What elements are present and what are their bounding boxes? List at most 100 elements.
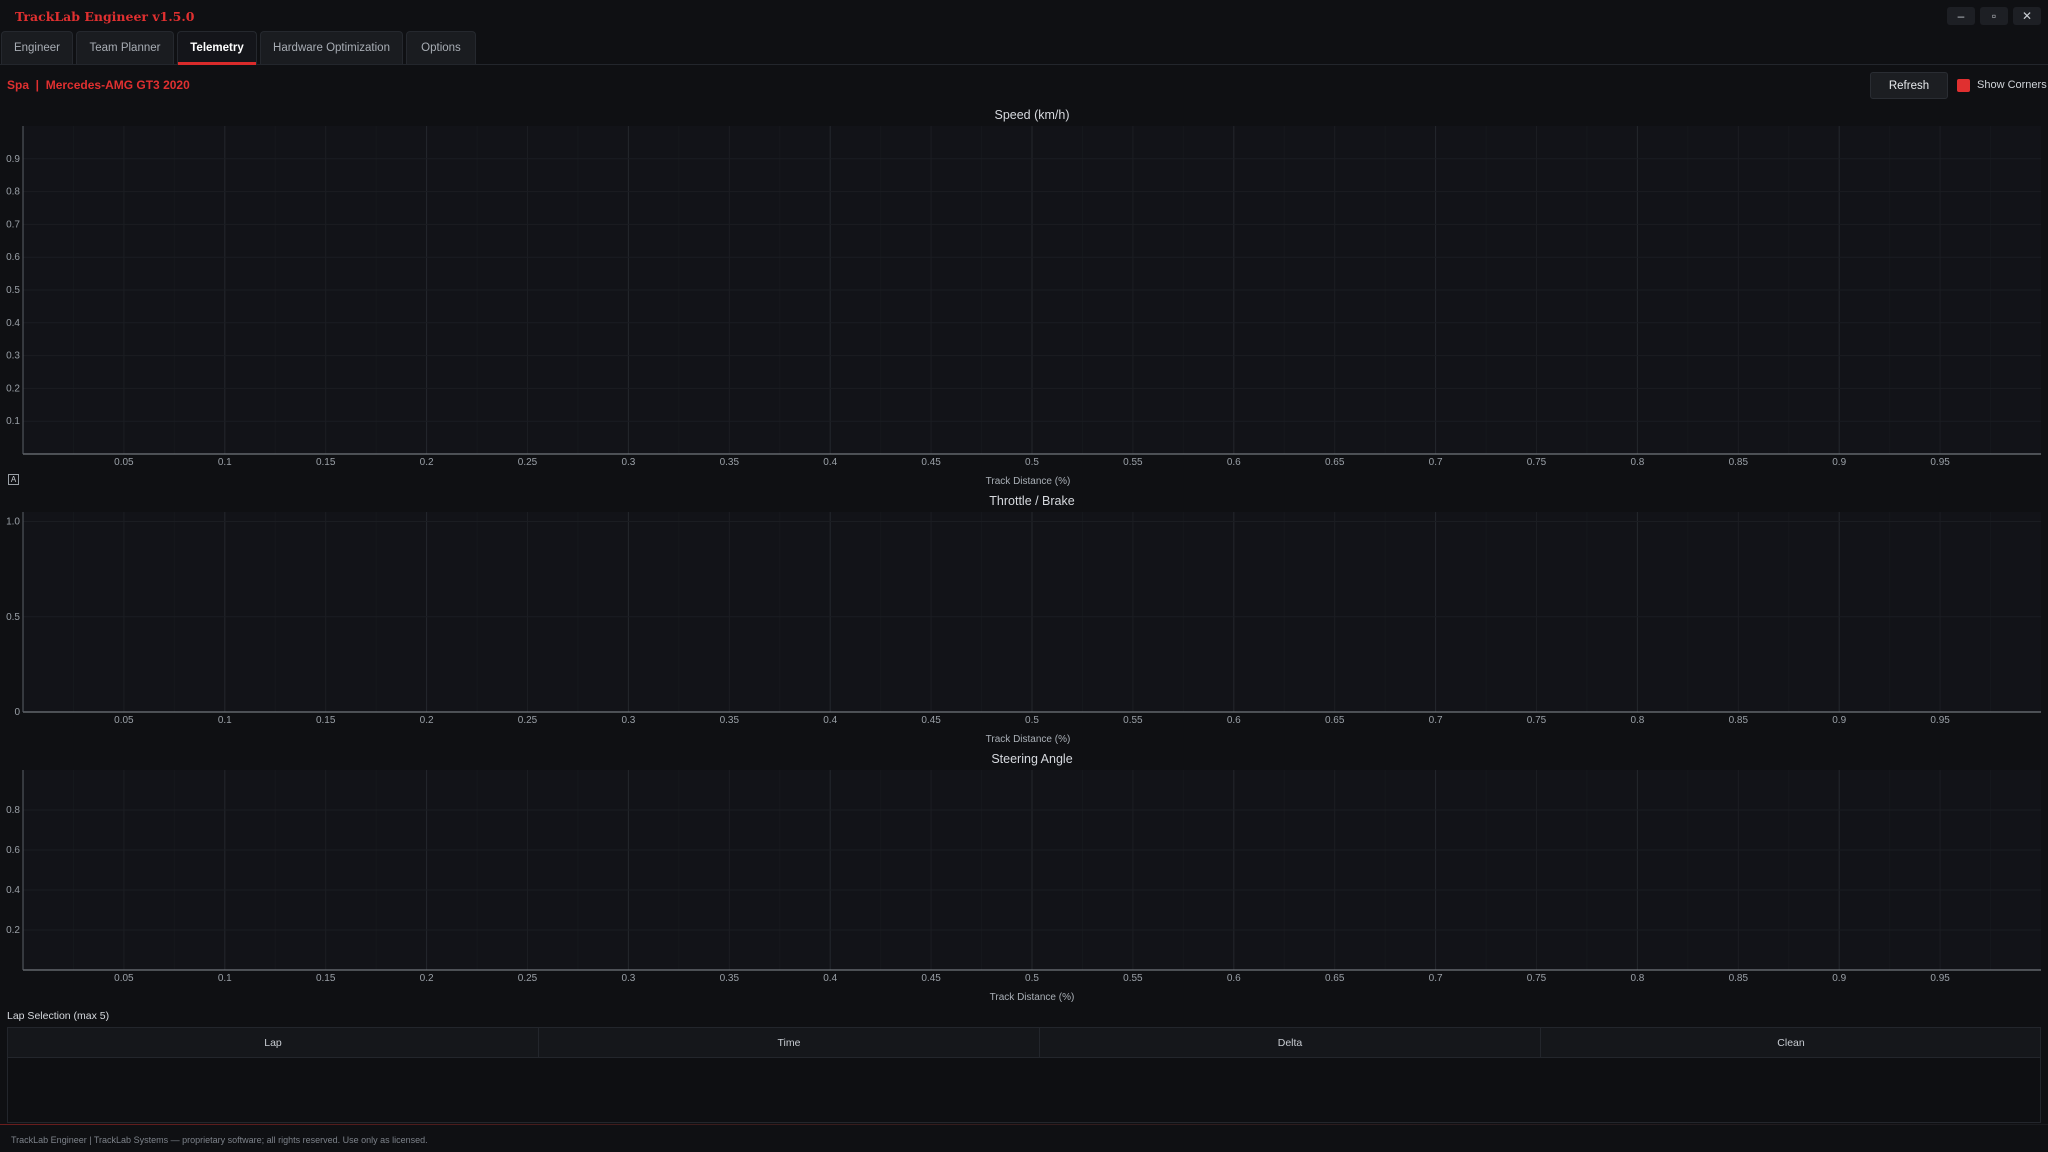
- title-bar: TrackLab Engineer v1.5.0 – ▫ ✕: [0, 0, 2048, 32]
- tab-hardware-optimization[interactable]: Hardware Optimization: [260, 31, 403, 64]
- x-tick-label: 0.05: [114, 973, 134, 984]
- x-tick-label: 0.95: [1930, 715, 1950, 726]
- x-tick-label: 0.8: [1630, 457, 1644, 468]
- x-tick-label: 0.4: [823, 973, 837, 984]
- x-tick-label: 0.15: [316, 715, 336, 726]
- x-tick-label: 0.4: [823, 457, 837, 468]
- x-tick-label: 0.9: [1832, 457, 1846, 468]
- y-tick-label: 0: [14, 707, 20, 718]
- footer-divider: [0, 1124, 2048, 1125]
- y-tick-label: 0.4: [6, 885, 20, 896]
- x-tick-label: 0.95: [1930, 973, 1950, 984]
- throttle-brake-chart[interactable]: Throttle / Brake 0.05 0.1 0.15 0.2 0.25 0.3 0.…: [0, 488, 2048, 746]
- x-tick-label: 0.65: [1325, 715, 1345, 726]
- x-tick-label: 0.65: [1325, 457, 1345, 468]
- y-tick-label: 0.2: [6, 383, 20, 394]
- lap-table[interactable]: Lap Time Delta Clean: [7, 1027, 2041, 1123]
- close-icon: ✕: [2021, 9, 2033, 23]
- x-tick-label: 0.85: [1729, 457, 1749, 468]
- column-header-delta[interactable]: Delta: [1040, 1028, 1541, 1058]
- y-tick-label: 0.7: [6, 219, 20, 230]
- speed-chart[interactable]: Speed (km/h) 0.05 0.1 0.15 0.2 0.25 0.3 0.35 0.…: [0, 102, 2048, 486]
- y-tick-label: 0.6: [6, 845, 20, 856]
- throttle-brake-chart-plot[interactable]: 0.05 0.1 0.15 0.2 0.25 0.3 0.35 0.4 0.45 0.5 0.55 0…: [0, 488, 2048, 746]
- x-tick-label: 0.2: [420, 715, 434, 726]
- x-tick-label: 0.8: [1630, 973, 1644, 984]
- y-tick-label: 0.5: [6, 612, 20, 623]
- column-header-clean[interactable]: Clean: [1541, 1028, 2041, 1058]
- y-tick-label: 0.2: [6, 925, 20, 936]
- y-tick-label: 0.8: [6, 187, 20, 198]
- footer-text: TrackLab Engineer | TrackLab Systems — p…: [11, 1135, 428, 1145]
- x-tick-label: 0.35: [720, 457, 740, 468]
- x-axis-label: Track Distance (%): [986, 734, 1071, 745]
- x-tick-label: 0.25: [518, 457, 538, 468]
- x-tick-label: 0.55: [1123, 973, 1143, 984]
- x-tick-label: 0.5: [1025, 973, 1039, 984]
- y-tick-label: 0.3: [6, 351, 20, 362]
- x-tick-label: 0.3: [621, 973, 635, 984]
- x-tick-label: 0.45: [921, 457, 941, 468]
- lap-selection-title: Lap Selection (max 5): [7, 1010, 110, 1022]
- x-tick-label: 0.45: [921, 715, 941, 726]
- x-tick-label: 0.15: [316, 457, 336, 468]
- tab-engineer[interactable]: Engineer: [1, 31, 73, 64]
- x-tick-label: 0.6: [1227, 715, 1241, 726]
- maximize-icon: ▫: [1991, 9, 1997, 23]
- x-tick-label: 0.25: [518, 715, 538, 726]
- x-tick-label: 0.15: [316, 973, 336, 984]
- x-tick-label: 0.6: [1227, 973, 1241, 984]
- autoscale-icon[interactable]: A: [8, 474, 19, 485]
- y-tick-label: 1.0: [6, 517, 20, 528]
- column-header-lap[interactable]: Lap: [8, 1028, 539, 1058]
- x-tick-label: 0.5: [1025, 715, 1039, 726]
- minimize-icon: –: [1957, 9, 1965, 23]
- app-title: TrackLab Engineer v1.5.0: [15, 9, 195, 24]
- x-tick-label: 0.3: [621, 457, 635, 468]
- x-tick-label: 0.25: [518, 973, 538, 984]
- x-tick-label: 0.55: [1123, 715, 1143, 726]
- x-tick-label: 0.1: [218, 973, 232, 984]
- x-tick-label: 0.35: [720, 715, 740, 726]
- x-tick-label: 0.4: [823, 715, 837, 726]
- x-tick-label: 0.1: [218, 457, 232, 468]
- maximize-button[interactable]: ▫: [1980, 7, 2008, 25]
- x-tick-label: 0.75: [1527, 457, 1547, 468]
- x-tick-label: 0.65: [1325, 973, 1345, 984]
- tab-team-planner[interactable]: Team Planner: [76, 31, 174, 64]
- x-tick-label: 0.6: [1227, 457, 1241, 468]
- y-tick-label: 0.8: [6, 805, 20, 816]
- close-button[interactable]: ✕: [2013, 7, 2041, 25]
- x-axis-label: Track Distance (%): [986, 476, 1071, 486]
- x-tick-label: 0.3: [621, 715, 635, 726]
- y-tick-label: 0.6: [6, 252, 20, 263]
- x-tick-label: 0.45: [921, 973, 941, 984]
- y-tick-label: 0.4: [6, 318, 20, 329]
- steering-angle-chart[interactable]: Steering Angle 0.05 0.1 0.15 0.2 0.25 0.3 0.35…: [0, 746, 2048, 1004]
- x-axis-label: Track Distance (%): [990, 992, 1075, 1003]
- x-tick-label: 0.7: [1429, 973, 1443, 984]
- tab-telemetry[interactable]: Telemetry: [177, 31, 257, 65]
- x-tick-label: 0.7: [1429, 457, 1443, 468]
- session-label: Spa | Mercedes-AMG GT3 2020: [7, 78, 190, 92]
- x-tick-label: 0.5: [1025, 457, 1039, 468]
- x-tick-label: 0.95: [1930, 457, 1950, 468]
- x-tick-label: 0.05: [114, 715, 134, 726]
- show-corners-checkbox[interactable]: [1957, 79, 1970, 92]
- y-tick-label: 0.1: [6, 416, 20, 427]
- x-tick-label: 0.2: [420, 457, 434, 468]
- steering-angle-chart-plot[interactable]: 0.05 0.1 0.15 0.2 0.25 0.3 0.35 0.4 0.45 0.5 0.55 0…: [0, 746, 2048, 1004]
- x-tick-label: 0.75: [1527, 715, 1547, 726]
- show-corners-label[interactable]: Show Corners: [1977, 79, 2047, 91]
- y-tick-label: 0.9: [6, 154, 20, 165]
- tab-options[interactable]: Options: [406, 31, 476, 64]
- speed-chart-plot[interactable]: 0.05 0.1 0.15 0.2 0.25 0.3 0.35 0.4 0.45 0.5 0.55 0…: [0, 102, 2048, 486]
- column-header-time[interactable]: Time: [539, 1028, 1040, 1058]
- x-tick-label: 0.85: [1729, 973, 1749, 984]
- x-tick-label: 0.85: [1729, 715, 1749, 726]
- x-tick-label: 0.75: [1527, 973, 1547, 984]
- x-tick-label: 0.05: [114, 457, 134, 468]
- x-tick-label: 0.9: [1832, 973, 1846, 984]
- refresh-button[interactable]: Refresh: [1870, 72, 1948, 99]
- minimize-button[interactable]: –: [1947, 7, 1975, 25]
